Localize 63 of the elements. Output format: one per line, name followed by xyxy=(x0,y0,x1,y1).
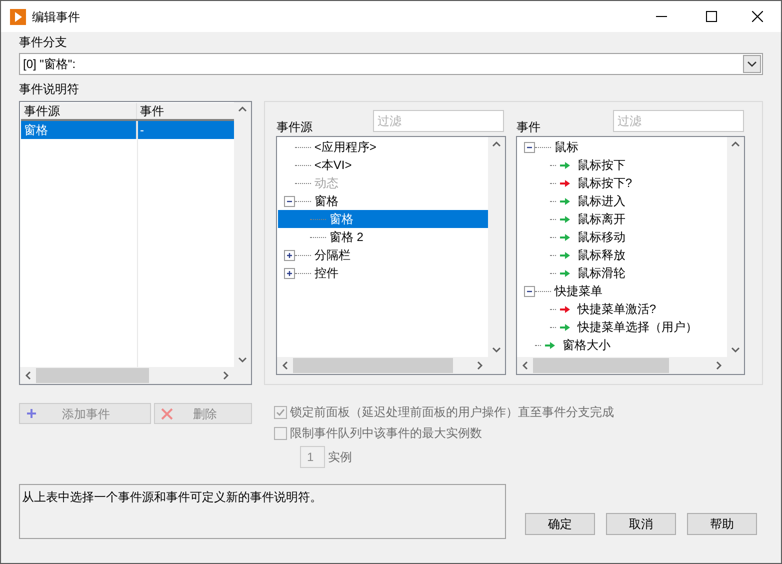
panel-label: 事件 xyxy=(516,119,542,136)
tree-item[interactable]: 鼠标 xyxy=(551,138,580,156)
tree-item[interactable]: 鼠标离开 xyxy=(574,210,628,228)
plus-icon xyxy=(27,409,36,418)
close-icon[interactable] xyxy=(752,11,763,22)
tree-item[interactable]: 窗格 xyxy=(311,192,340,210)
scroll-up-icon[interactable] xyxy=(492,141,502,147)
app-icon xyxy=(10,8,26,24)
event-case-dropdown[interactable]: [0] "窗格": xyxy=(19,53,763,75)
tree-item[interactable]: 鼠标按下 xyxy=(574,156,628,174)
scrollbar-thumb[interactable] xyxy=(36,368,149,383)
tree-item[interactable]: 控件 xyxy=(311,264,340,282)
tree-item[interactable]: 鼠标进入 xyxy=(574,192,628,210)
scrollbar-thumb[interactable] xyxy=(293,358,454,373)
checkbox-label: 限制事件队列中该事件的最大实例数 xyxy=(290,425,482,442)
scroll-down-icon[interactable] xyxy=(731,347,740,353)
tree-item[interactable]: 鼠标移动 xyxy=(574,228,628,246)
scrollbar-thumb[interactable] xyxy=(533,358,670,373)
checkbox-label: 锁定前面板（延迟处理前面板的用户操作）直至事件分支完成 xyxy=(290,404,614,421)
table-row[interactable]: 窗格 - xyxy=(21,121,234,139)
field-label: 实例 xyxy=(328,449,352,466)
column-header[interactable]: 事件源 xyxy=(21,103,137,119)
dialog-button[interactable]: 取消 xyxy=(606,513,676,535)
collapse-icon[interactable] xyxy=(524,142,536,152)
scroll-right-icon[interactable] xyxy=(223,371,230,380)
dropdown-value: [0] "窗格": xyxy=(22,56,77,73)
scroll-up-icon[interactable] xyxy=(731,141,740,147)
scroll-left-icon[interactable] xyxy=(25,371,31,380)
tree-item[interactable]: 鼠标滑轮 xyxy=(574,264,628,282)
expand-icon[interactable] xyxy=(284,250,296,260)
tree-item[interactable]: 鼠标按下? xyxy=(574,174,634,192)
filter-field[interactable]: 过滤 xyxy=(613,110,744,132)
scroll-down-icon[interactable] xyxy=(492,347,502,353)
panel-label: 事件源 xyxy=(276,119,314,136)
scroll-left-icon[interactable] xyxy=(522,361,528,370)
collapse-icon[interactable] xyxy=(284,196,296,206)
delete-x-icon xyxy=(161,408,173,420)
message-text: 从上表中选择一个事件源和事件可定义新的事件说明符。 xyxy=(22,490,322,504)
tree-item[interactable]: 分隔栏 xyxy=(311,246,352,264)
collapse-icon[interactable] xyxy=(524,286,536,296)
column-header[interactable]: 事件 xyxy=(137,103,234,119)
tree-item[interactable]: 窗格 xyxy=(326,210,356,228)
tree-item[interactable]: <应用程序> xyxy=(311,138,378,156)
scroll-left-icon[interactable] xyxy=(282,361,288,370)
tree-item[interactable]: 鼠标释放 xyxy=(574,246,628,264)
tree-item[interactable]: 窗格大小 xyxy=(559,336,612,354)
field-label: 事件分支 xyxy=(19,34,68,50)
window-title: 编辑事件 xyxy=(32,8,80,26)
scroll-right-icon[interactable] xyxy=(477,361,484,370)
scroll-right-icon[interactable] xyxy=(716,361,722,370)
expand-icon[interactable] xyxy=(284,268,296,278)
tree-item[interactable]: 快捷菜单选择（用户） xyxy=(574,318,700,336)
filter-field[interactable]: 过滤 xyxy=(373,110,504,132)
tree-item[interactable]: 快捷菜单激活? xyxy=(574,300,658,318)
dialog-button[interactable]: 帮助 xyxy=(687,513,757,535)
scroll-down-icon[interactable] xyxy=(238,357,248,363)
tree-item[interactable]: 快捷菜单 xyxy=(551,282,604,300)
tree-item[interactable]: <本VI> xyxy=(311,156,354,174)
dialog-button[interactable]: 确定 xyxy=(525,513,595,535)
maximize-icon[interactable] xyxy=(706,11,717,22)
tree-item[interactable]: 窗格 2 xyxy=(326,228,366,246)
section-label: 事件说明符 xyxy=(19,81,80,97)
scroll-up-icon[interactable] xyxy=(238,106,248,112)
